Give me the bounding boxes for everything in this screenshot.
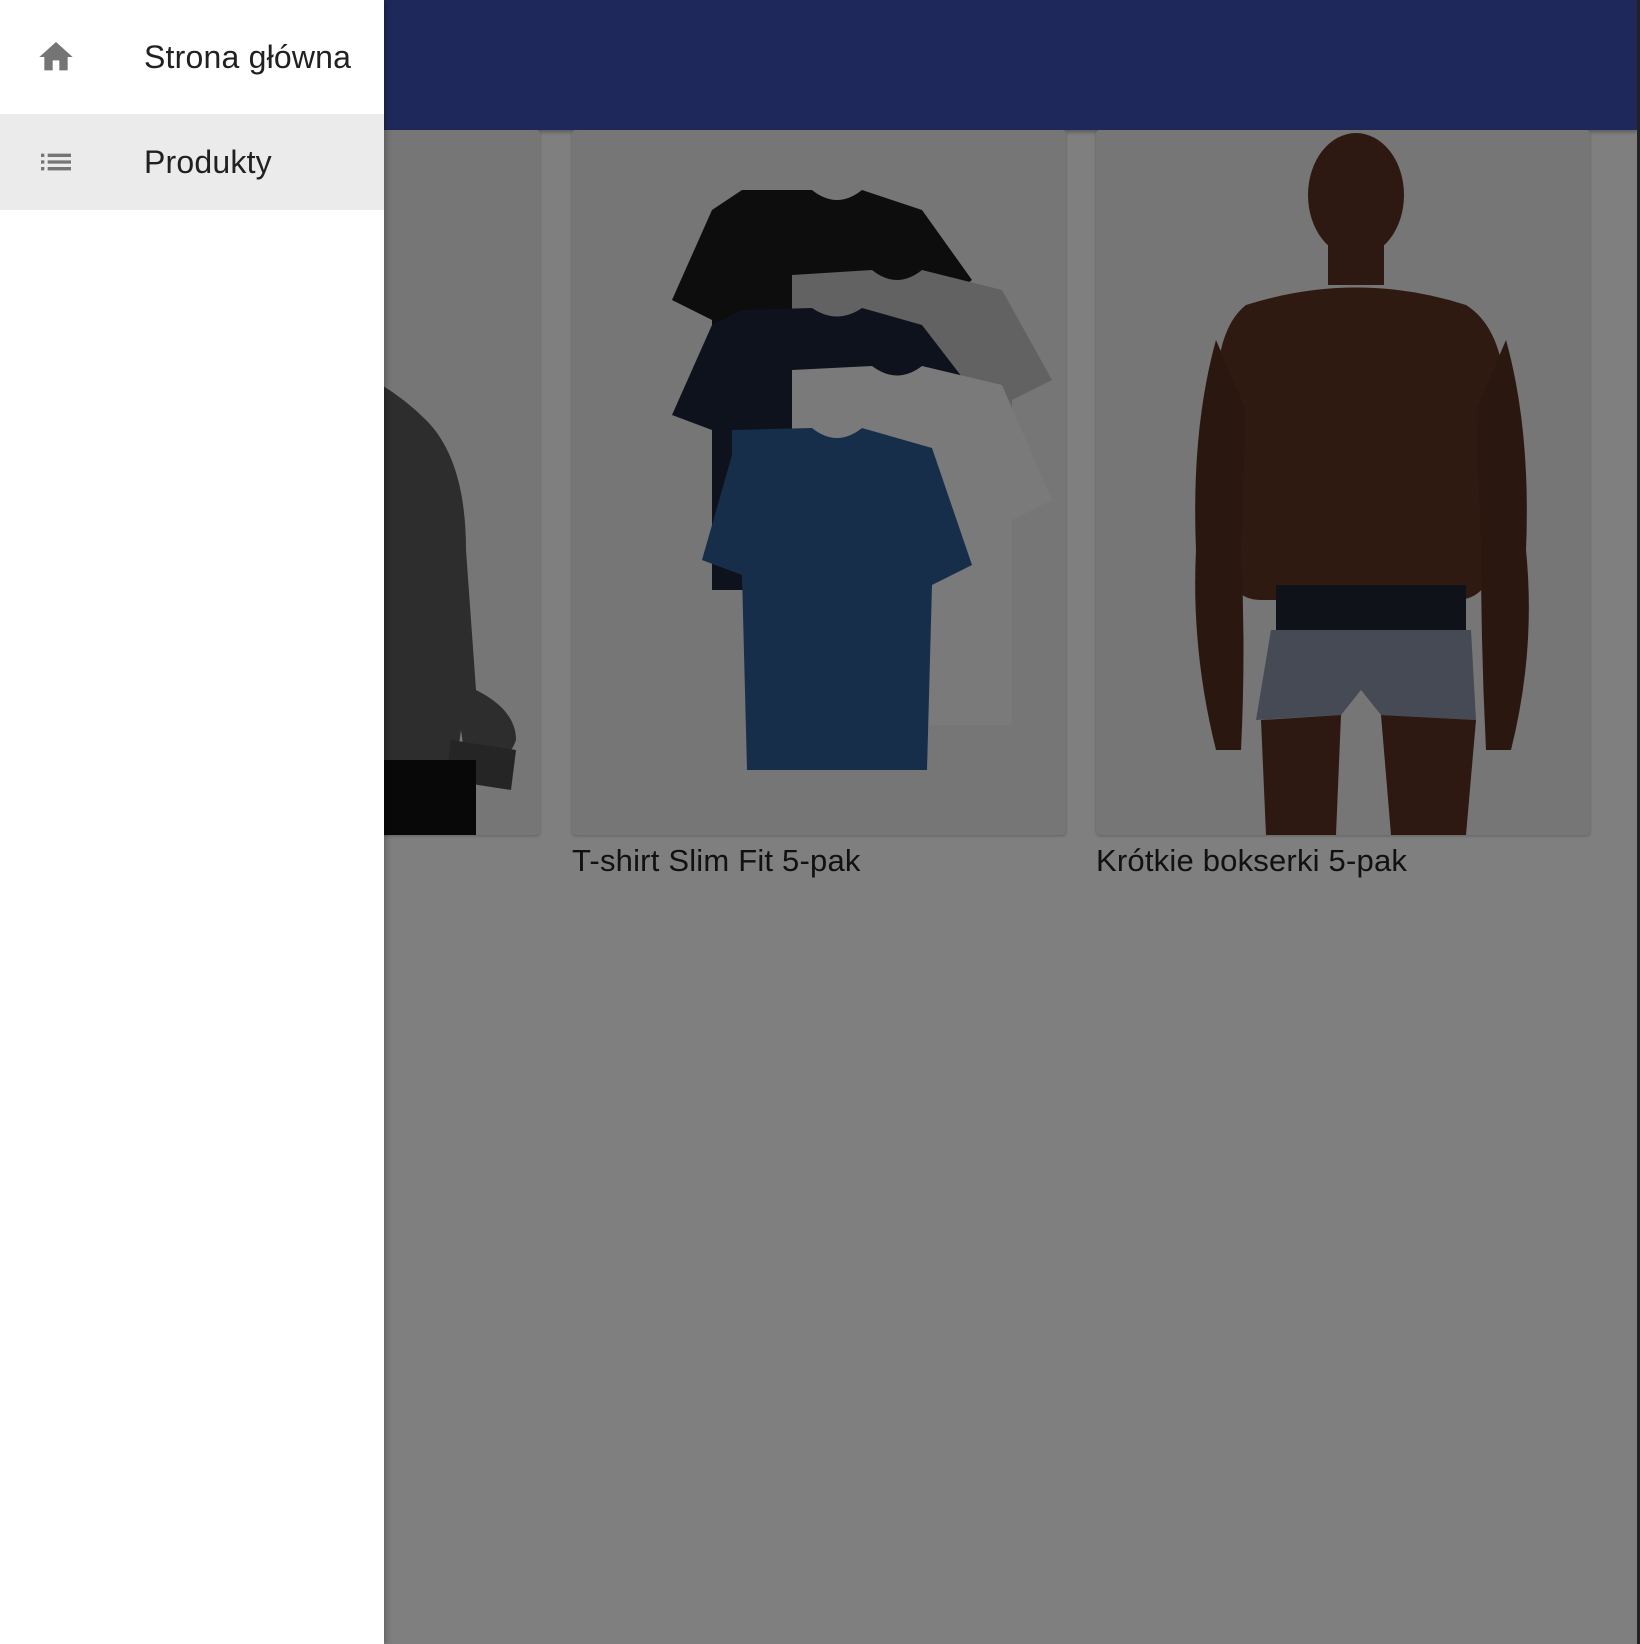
home-icon	[34, 35, 78, 79]
app-page: Relaxed Fit T-shirt Slim	[0, 0, 1640, 1644]
drawer-item-products[interactable]: Produkty	[0, 114, 384, 210]
drawer-item-home[interactable]: Strona główna	[0, 0, 384, 114]
navigation-drawer: Strona główna Produkty	[0, 0, 384, 1644]
drawer-item-label: Strona główna	[144, 38, 352, 75]
list-icon	[34, 140, 78, 184]
drawer-item-label: Produkty	[144, 143, 272, 180]
